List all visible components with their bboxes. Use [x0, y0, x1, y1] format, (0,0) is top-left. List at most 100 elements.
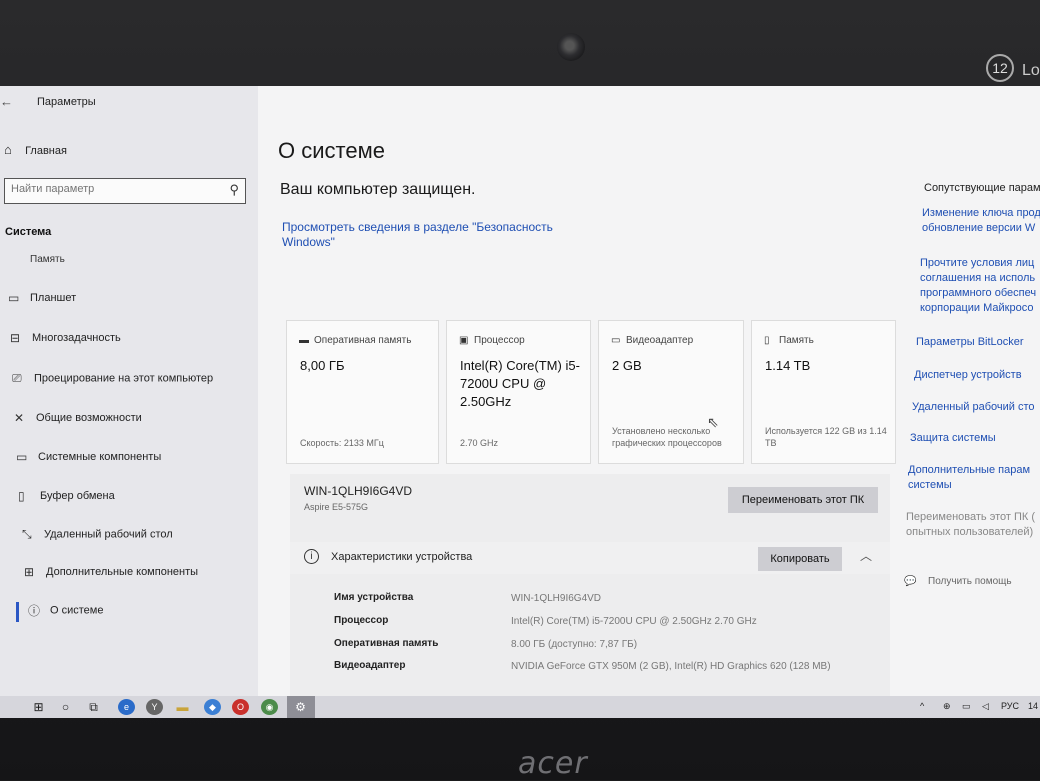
file-explorer-icon[interactable]: ▬ — [174, 699, 191, 715]
settings-search-box[interactable]: ⚲ — [4, 178, 246, 204]
tablet-icon: ▭ — [8, 291, 20, 305]
clock[interactable]: 14 — [1028, 701, 1038, 711]
search-icon[interactable]: ○ — [57, 699, 74, 715]
sidebar-item-shared[interactable]: ✕ Общие возможности — [14, 411, 142, 433]
language-indicator[interactable]: РУС — [1001, 701, 1019, 711]
battery-icon[interactable]: ▭ — [962, 701, 971, 712]
shared-icon: ✕ — [14, 411, 25, 425]
related-link-text: Дополнительные парам системы — [908, 464, 1031, 491]
cpu-icon: ▣ — [459, 335, 469, 346]
spec-row: Оперативная память 8.00 ГБ (доступно: 7,… — [290, 638, 890, 658]
card-header: Процессор — [474, 335, 525, 346]
related-link-text: Прочтите условия лиц соглашения на испол… — [920, 257, 1037, 314]
yandex-icon[interactable]: Y — [146, 699, 163, 715]
sidebar-item-label: Дополнительные компоненты — [46, 566, 199, 578]
task-view-icon[interactable]: ⧉ — [85, 699, 102, 715]
sidebar-item-label: Планшет — [30, 292, 77, 304]
page-title: О системе — [278, 138, 385, 163]
related-link-bitlocker[interactable]: Параметры BitLocker — [916, 335, 1024, 350]
sticker-number: 12 — [986, 54, 1014, 82]
device-specs-title: Характеристики устройства — [331, 551, 473, 563]
pc-model: Aspire E5-575G — [304, 502, 369, 512]
sticker-text: Lo — [1022, 62, 1040, 79]
sidebar-item-label: Многозадачность — [32, 332, 121, 344]
storage-icon: ▯ — [764, 335, 770, 346]
storage-card: ▯ Память 1.14 TB Используется 122 GB из 1… — [751, 320, 896, 464]
card-value: Intel(R) Core(TM) i5-7200U CPU @ 2.50GHz — [460, 358, 580, 409]
card-subtext: Скорость: 2133 МГц — [300, 438, 384, 448]
related-link-system-protection[interactable]: Защита системы — [910, 431, 996, 446]
spec-key: Имя устройства — [334, 592, 414, 603]
sidebar-item-label: Проецирование на этот компьютер — [34, 372, 214, 385]
sidebar-item-projecting[interactable]: ⎚ Проецирование на этот компьютер — [12, 371, 213, 393]
edge-icon[interactable]: e — [118, 699, 135, 715]
remote-desktop-icon: ⤡ — [22, 527, 32, 541]
related-link-text: Изменение ключа прод обновление версии W — [922, 207, 1040, 234]
spec-key: Видеоадаптер — [334, 660, 406, 671]
chevron-up-icon[interactable]: ︿ — [860, 547, 872, 564]
device-specs-header[interactable]: i Характеристики устройства Копировать ︿ — [290, 542, 890, 574]
spec-row: Процессор Intel(R) Core(TM) i5-7200U CPU… — [290, 615, 890, 635]
related-link-device-manager[interactable]: Диспетчер устройств — [914, 368, 1022, 383]
processor-card: ▣ Процессор Intel(R) Core(TM) i5-7200U CP… — [446, 320, 591, 464]
display-adapter-icon: ▭ — [611, 335, 621, 346]
back-arrow-icon[interactable]: ← — [0, 94, 20, 109]
mouse-cursor-icon: ⇖ — [707, 414, 719, 430]
sidebar-item-clipboard[interactable]: ▯ Буфер обмена — [18, 489, 115, 511]
chrome-icon[interactable]: ◉ — [261, 699, 278, 715]
sidebar-home-label: Главная — [25, 145, 67, 157]
card-subtext: 2.70 GHz — [460, 438, 499, 448]
related-link-text: Переименовать этот ПК ( опытных пользова… — [906, 511, 1035, 538]
security-details-link[interactable]: Просмотреть сведения в разделе "Безопасн… — [282, 220, 562, 250]
related-settings: Сопутствующие парам Изменение ключа прод… — [898, 86, 1040, 696]
spec-value: WIN-1QLH9I6G4VD — [511, 593, 602, 604]
copy-button[interactable]: Копировать — [758, 547, 842, 571]
spec-key: Оперативная память — [334, 638, 439, 649]
related-link-rename-advanced[interactable]: Переименовать этот ПК ( опытных пользова… — [906, 510, 1035, 540]
vpn-icon[interactable]: ◆ — [204, 699, 221, 715]
search-icon[interactable]: ⚲ — [229, 182, 239, 198]
related-link-license-terms[interactable]: Прочтите условия лиц соглашения на испол… — [920, 256, 1036, 316]
taskbar: ⊞ ○ ⧉ e Y ▬ ◆ O ◉ ⚙ ^ ⊕ ▭ ◁ РУС 14 — [0, 696, 1040, 718]
webcam — [557, 33, 585, 61]
sidebar-item-label: Удаленный рабочий стол — [44, 528, 173, 541]
components-icon: ▭ — [16, 450, 28, 464]
search-input[interactable] — [11, 183, 211, 195]
settings-icon[interactable]: ⚙ — [292, 699, 309, 715]
related-link-advanced-settings[interactable]: Дополнительные парам системы — [908, 463, 1030, 493]
chevron-up-icon[interactable]: ^ — [920, 701, 924, 711]
related-settings-title: Сопутствующие парам — [924, 182, 1040, 194]
sidebar-item-remote-desktop[interactable]: ⤡ Удаленный рабочий стол — [22, 527, 173, 549]
get-help-link[interactable]: 💬 Получить помощь — [904, 576, 1012, 587]
sidebar-item-label: Буфер обмена — [40, 490, 115, 502]
related-link-change-key[interactable]: Изменение ключа прод обновление версии W — [922, 206, 1040, 236]
spec-key: Процессор — [334, 615, 389, 626]
windows-sticker: 12 Lo — [962, 50, 1040, 90]
sidebar-item-storage-partial[interactable]: Память — [30, 254, 65, 262]
sidebar-item-optional-features[interactable]: ⊞ Дополнительные компоненты — [24, 565, 198, 587]
sidebar-item-multitasking[interactable]: ⊟ Многозадачность — [10, 331, 121, 353]
opera-icon[interactable]: O — [232, 699, 249, 715]
window-title: Параметры — [37, 96, 96, 108]
sidebar-item-tablet[interactable]: ▭ Планшет — [8, 291, 76, 313]
spec-value: 8.00 ГБ (доступно: 7,87 ГБ) — [511, 639, 638, 650]
volume-icon[interactable]: ◁ — [982, 701, 989, 712]
sidebar-item-home[interactable]: ⌂ Главная — [4, 142, 67, 162]
ram-card: ▬ Оперативная память 8,00 ГБ Скорость: 21… — [286, 320, 439, 464]
start-icon[interactable]: ⊞ — [30, 699, 47, 715]
about-page: О системе Ваш компьютер защищен. Просмот… — [258, 86, 898, 704]
related-link-remote-desktop[interactable]: Удаленный рабочий сто — [912, 400, 1034, 415]
network-icon[interactable]: ⊕ — [943, 701, 951, 712]
sidebar-item-about[interactable]: ⓘ О системе — [28, 602, 103, 624]
sidebar-item-components[interactable]: ▭ Системные компоненты — [16, 450, 161, 472]
active-item-indicator — [16, 602, 19, 622]
gpu-card: ▭ Видеоадаптер 2 GB Установлено несколько… — [598, 320, 744, 464]
help-chat-icon: 💬 — [904, 576, 917, 587]
clipboard-icon: ▯ — [18, 489, 25, 503]
card-header: Видеоадаптер — [626, 335, 694, 346]
screen: ← Параметры ⌂ Главная ⚲ Система Память ▭… — [0, 86, 1040, 718]
card-subtext: Используется 122 GB из 1.14 TB — [765, 426, 887, 448]
rename-pc-button[interactable]: Переименовать этот ПК — [728, 487, 878, 513]
spec-row: Имя устройства WIN-1QLH9I6G4VD — [290, 592, 890, 612]
card-subtext: Установлено несколько графических процес… — [612, 426, 722, 448]
